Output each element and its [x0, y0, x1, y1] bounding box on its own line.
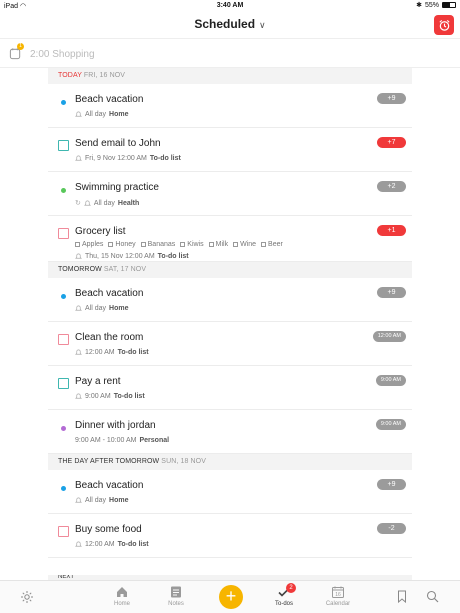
battery-percent: 55% [424, 1, 439, 9]
subtask-item[interactable]: Wine [233, 241, 256, 248]
task-checkbox[interactable] [58, 228, 69, 239]
subtask-list: Apples Honey Bananas Kiwis Milk Wine Beer [75, 241, 283, 248]
subtask-item[interactable]: Honey [108, 241, 136, 248]
event-dot [61, 426, 66, 431]
item-badge: +2 [377, 181, 406, 192]
bell-icon [75, 349, 82, 355]
item-badge: +1 [377, 225, 406, 236]
task-checkbox[interactable] [58, 378, 69, 389]
event-dot [61, 100, 66, 105]
item-badge: 12:00 AM [372, 331, 406, 342]
task-checkbox[interactable] [58, 526, 69, 537]
list-item[interactable]: Pay a rent 9:00 AM To-do list 9:00 AM [48, 366, 412, 410]
subtask-checkbox [261, 241, 267, 247]
task-checkbox[interactable] [58, 140, 69, 151]
subtask-checkbox [108, 241, 114, 247]
subtask-item[interactable]: Apples [75, 241, 103, 248]
reminder-text: 2:00 Shopping [30, 49, 95, 60]
repeat-icon: ↻ [75, 200, 81, 207]
subtask-item[interactable]: Milk [208, 241, 228, 248]
bell-icon [75, 305, 82, 311]
battery-icon [442, 2, 456, 8]
list-item[interactable]: Beach vacation All day Home +9 [48, 278, 412, 322]
bell-icon [75, 497, 82, 503]
item-badge: +9 [377, 479, 406, 490]
search-icon[interactable] [426, 590, 439, 603]
tab-todos[interactable]: 2 To-dos [264, 583, 304, 607]
subtask-checkbox [140, 241, 146, 247]
subtask-checkbox [180, 241, 186, 247]
item-title: Buy some food [75, 524, 142, 535]
item-badge: +7 [377, 137, 406, 148]
add-button[interactable]: + [219, 585, 243, 609]
item-title: Clean the room [75, 332, 144, 343]
item-badge: +9 [377, 287, 406, 298]
alarm-clock-icon [438, 19, 450, 31]
bell-icon [75, 253, 82, 259]
list-item[interactable]: Buy some food 12:00 AM To-do list -2 [48, 514, 412, 558]
event-dot [61, 188, 66, 193]
item-title: Beach vacation [75, 480, 144, 491]
list-item[interactable]: Beach vacation All day Home +9 [48, 470, 412, 514]
bluetooth-icon: ✱ [416, 2, 422, 9]
event-dot [61, 486, 66, 491]
list-item[interactable]: Clean the room 12:00 AM To-do list 12:00… [48, 322, 412, 366]
tab-home[interactable]: Home [102, 585, 142, 607]
subtask-item[interactable]: Beer [261, 241, 283, 248]
subtask-checkbox [208, 241, 214, 247]
event-dot [61, 294, 66, 299]
item-title: Beach vacation [75, 288, 144, 299]
list-item[interactable]: Dinner with jordan 9:00 AM - 10:00 AM Pe… [48, 410, 412, 454]
tab-calendar[interactable]: 16 Calendar [318, 585, 358, 607]
item-title: Grocery list [75, 226, 126, 237]
subtask-item[interactable]: Kiwis [180, 241, 204, 248]
chevron-down-icon: ∨ [259, 20, 266, 30]
calendar-icon: 16 [332, 586, 344, 598]
scheduled-list: TODAY FRI, 16 NOV Beach vacation All day… [48, 68, 412, 558]
status-time: 3:40 AM [216, 2, 244, 9]
item-title: Dinner with jordan [75, 420, 156, 431]
subtask-item[interactable]: Bananas [140, 241, 175, 248]
list-item[interactable]: Send email to John Fri, 9 Nov 12:00 AM T… [48, 128, 412, 172]
section-header-day-after: THE DAY AFTER TOMORROW SUN, 18 NOV [48, 454, 412, 470]
item-title: Send email to John [75, 138, 161, 149]
bell-icon [75, 111, 82, 117]
tab-notes[interactable]: Notes [156, 585, 196, 607]
home-icon [117, 587, 127, 597]
todos-badge: 2 [286, 583, 296, 593]
bell-icon [75, 393, 82, 399]
list-item[interactable]: Grocery list Apples Honey Bananas Kiwis Milk… [48, 216, 412, 262]
task-checkbox[interactable] [58, 334, 69, 345]
bell-icon [75, 155, 82, 161]
view-selector[interactable]: Scheduled ∨ [0, 17, 460, 31]
bell-icon [75, 541, 82, 547]
item-title: Swimming practice [75, 182, 159, 193]
reminder-bar[interactable]: 1 2:00 Shopping [0, 38, 460, 68]
section-header-today: TODAY FRI, 16 NOV [48, 68, 412, 84]
tab-bar: Home Notes + 2 To-dos 16 Calendar [0, 580, 460, 613]
item-badge: -2 [377, 523, 406, 534]
item-title: Beach vacation [75, 94, 144, 105]
notes-icon [171, 586, 181, 598]
item-badge: 9:00 AM [375, 419, 406, 430]
alarm-button[interactable] [434, 15, 454, 35]
battery-level [443, 3, 450, 7]
subtask-checkbox [233, 241, 239, 247]
page-title: Scheduled [194, 17, 256, 31]
bookmark-icon[interactable] [397, 590, 407, 603]
status-bar: iPad ◠ 3:40 AM ✱ 55% [0, 0, 460, 12]
list-item[interactable]: Swimming practice ↻ All day Health +2 [48, 172, 412, 216]
subtask-checkbox [75, 241, 80, 247]
item-badge: +9 [377, 93, 406, 104]
section-header-tomorrow: TOMORROW SAT, 17 NOV [48, 262, 412, 278]
svg-text:16: 16 [335, 592, 341, 598]
settings-gear-icon[interactable] [20, 590, 34, 604]
item-badge: 9:00 AM [375, 375, 406, 386]
reminder-badge: 1 [17, 43, 24, 50]
nav-header: Scheduled ∨ [0, 12, 460, 38]
list-item[interactable]: Beach vacation All day Home +9 [48, 84, 412, 128]
bell-icon [83, 200, 91, 206]
item-title: Pay a rent [75, 376, 121, 387]
